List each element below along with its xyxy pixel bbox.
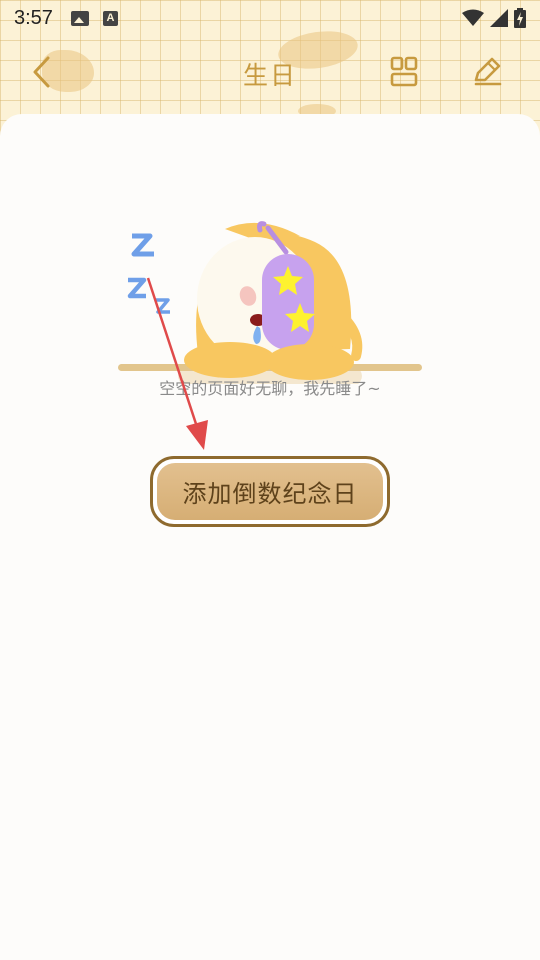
sleeping-mascot-illustration xyxy=(118,221,422,384)
content-card: 空空的页面好无聊，我先睡了~ 添加倒数纪念日 xyxy=(0,114,540,960)
layout-toggle-button[interactable] xyxy=(386,54,422,90)
status-right-icons xyxy=(462,8,526,28)
wifi-icon xyxy=(462,9,484,26)
signal-icon xyxy=(490,9,508,27)
empty-state-message: 空空的页面好无聊，我先睡了~ xyxy=(159,379,381,398)
add-countdown-button-label: 添加倒数纪念日 xyxy=(157,463,383,520)
top-app-bar: 生日 xyxy=(0,40,540,104)
grid-icon xyxy=(390,56,418,87)
add-countdown-button[interactable]: 添加倒数纪念日 xyxy=(150,456,390,527)
status-bar: 3:57 A xyxy=(0,0,540,36)
pencil-icon xyxy=(474,57,502,86)
page-title: 生日 xyxy=(242,61,297,90)
battery-icon xyxy=(514,8,526,28)
a-icon: A xyxy=(102,10,118,26)
edit-button[interactable] xyxy=(468,52,506,90)
status-time: 3:57 xyxy=(14,6,53,29)
image-icon xyxy=(70,10,89,26)
